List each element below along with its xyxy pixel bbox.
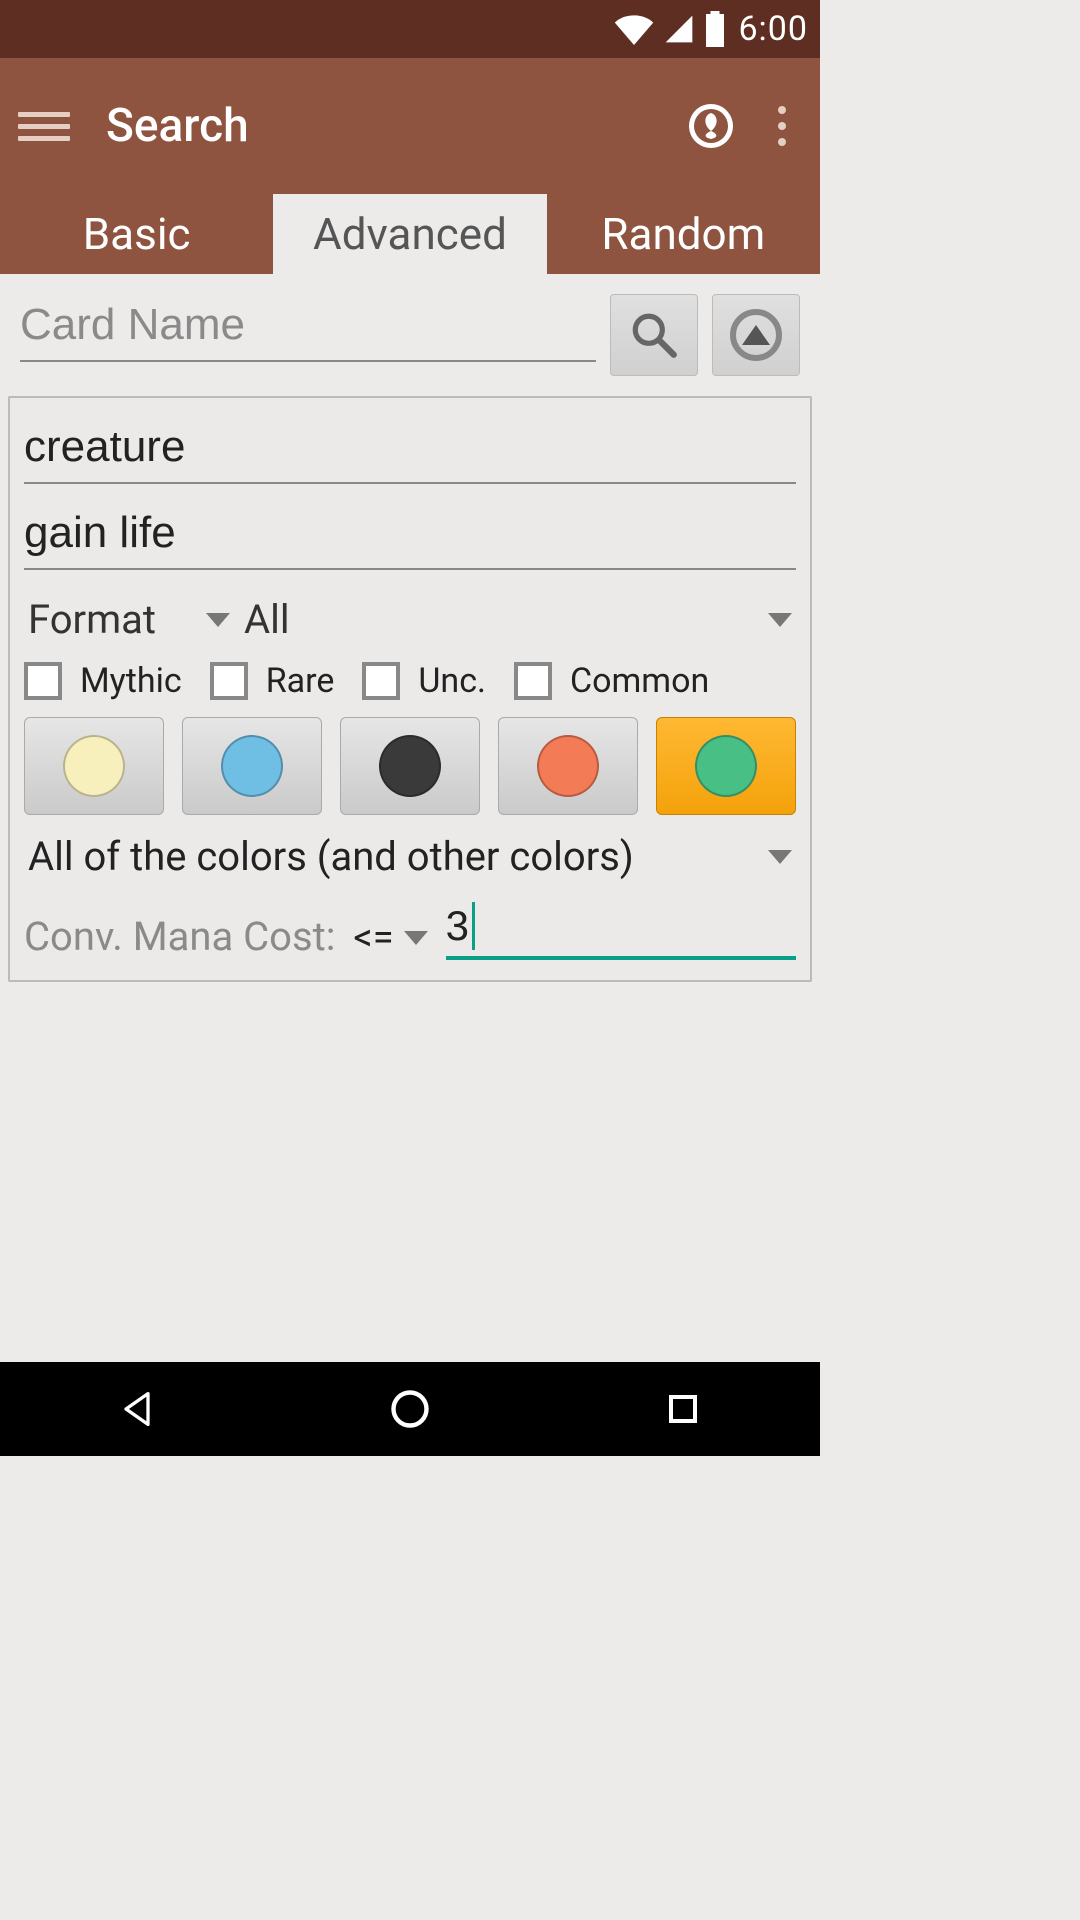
color-dot-icon: [63, 735, 125, 797]
cmc-label: Conv. Mana Cost:: [24, 913, 335, 960]
chevron-down-icon: [768, 613, 792, 627]
color-mode-dropdown[interactable]: All of the colors (and other colors): [24, 829, 796, 884]
format-value: All: [244, 596, 290, 643]
uncommon-label: Unc.: [418, 661, 486, 701]
nav-home-button[interactable]: [380, 1379, 440, 1439]
cmc-operator: <=: [353, 916, 393, 960]
tab-basic[interactable]: Basic: [0, 194, 273, 274]
color-dot-icon: [695, 735, 757, 797]
type-input[interactable]: [24, 412, 796, 484]
chevron-down-icon: [206, 613, 230, 627]
color-dot-icon: [379, 735, 441, 797]
rare-checkbox[interactable]: [210, 662, 248, 700]
common-label: Common: [570, 661, 709, 701]
collapse-button[interactable]: [712, 294, 800, 376]
color-mode-label: All of the colors (and other colors): [28, 833, 634, 880]
format-dropdown[interactable]: Format: [24, 590, 234, 649]
nav-recent-button[interactable]: [653, 1379, 713, 1439]
color-red-button[interactable]: [498, 717, 638, 815]
profile-icon[interactable]: [686, 101, 736, 151]
tab-advanced[interactable]: Advanced: [273, 194, 546, 274]
battery-icon: [704, 11, 726, 47]
advanced-panel: Format All Mythic Rare Unc. Common: [8, 396, 812, 982]
app-bar: Search: [0, 58, 820, 194]
overflow-menu-icon[interactable]: [762, 106, 802, 146]
rules-text-input[interactable]: [24, 498, 796, 570]
format-label: Format: [28, 596, 156, 643]
cmc-operator-dropdown[interactable]: <=: [347, 916, 433, 960]
format-value-dropdown[interactable]: All: [240, 590, 796, 649]
card-name-input[interactable]: [20, 294, 596, 362]
color-dot-icon: [221, 735, 283, 797]
magnifier-icon: [628, 309, 680, 361]
collapse-icon: [730, 309, 782, 361]
mythic-label: Mythic: [80, 661, 182, 701]
search-button[interactable]: [610, 294, 698, 376]
chevron-down-icon: [768, 850, 792, 864]
rare-label: Rare: [266, 661, 335, 701]
color-blue-button[interactable]: [182, 717, 322, 815]
signal-icon: [662, 13, 696, 45]
color-dot-icon: [537, 735, 599, 797]
color-black-button[interactable]: [340, 717, 480, 815]
system-nav-bar: [0, 1362, 820, 1456]
wifi-icon: [614, 13, 654, 45]
page-title: Search: [106, 99, 678, 153]
color-white-button[interactable]: [24, 717, 164, 815]
tab-bar: Basic Advanced Random: [0, 194, 820, 274]
uncommon-checkbox[interactable]: [362, 662, 400, 700]
color-row: [24, 717, 796, 815]
nav-back-button[interactable]: [107, 1379, 167, 1439]
status-bar: 6:00: [0, 0, 820, 58]
color-green-button[interactable]: [656, 717, 796, 815]
text-cursor: [472, 902, 475, 950]
chevron-down-icon: [404, 931, 428, 945]
tab-random[interactable]: Random: [547, 194, 820, 274]
clock: 6:00: [738, 9, 808, 49]
cmc-value-input[interactable]: [446, 902, 796, 950]
menu-icon[interactable]: [18, 100, 70, 152]
common-checkbox[interactable]: [514, 662, 552, 700]
mythic-checkbox[interactable]: [24, 662, 62, 700]
